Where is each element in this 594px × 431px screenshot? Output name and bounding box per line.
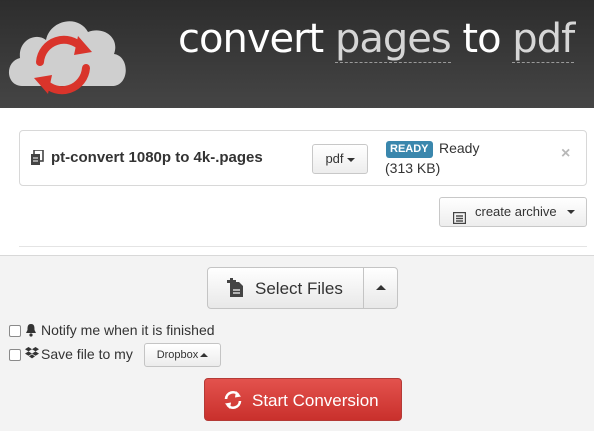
page-title: convert pages to pdf (178, 16, 575, 63)
caret-down-icon (346, 157, 355, 162)
start-conversion-label: Start Conversion (252, 391, 379, 410)
file-copy-icon (30, 149, 44, 171)
file-name: pt-convert 1080p to 4k-.pages (51, 149, 263, 166)
title-prefix: convert (178, 16, 335, 62)
caret-up-icon (375, 285, 386, 291)
bell-icon (25, 323, 37, 340)
source-format-link[interactable]: pages (334, 16, 452, 63)
dropbox-icon (25, 347, 39, 363)
notify-checkbox[interactable] (9, 325, 21, 337)
archive-icon (452, 206, 467, 234)
caret-down-icon (567, 210, 575, 214)
caret-up-icon (200, 353, 209, 358)
save-to-checkbox[interactable] (9, 349, 21, 361)
refresh-icon (223, 390, 243, 415)
storage-label: Dropbox (156, 349, 199, 361)
create-archive-label: create archive (475, 204, 557, 219)
select-files-button[interactable]: Select Files (207, 267, 364, 309)
file-plus-icon (227, 277, 245, 303)
header: convert pages to pdf (0, 0, 594, 108)
file-size: (313 KB) (385, 160, 441, 176)
title-mid: to (450, 16, 513, 62)
select-source-dropdown[interactable] (363, 267, 398, 309)
file-row: pt-convert 1080p to 4k-.pages pdf READY … (19, 130, 587, 186)
create-archive-button[interactable]: create archive (439, 197, 587, 227)
storage-dropdown[interactable]: Dropbox (144, 343, 221, 367)
save-to-option: Save file to my Dropbox (9, 343, 229, 370)
cloud-logo-icon (8, 21, 126, 95)
conversion-panel: Select Files Notify me when it is finish… (0, 255, 594, 431)
output-format-label: pdf (325, 151, 344, 166)
status-text: Ready (439, 140, 480, 156)
target-format-link[interactable]: pdf (512, 16, 575, 63)
start-conversion-button[interactable]: Start Conversion (204, 378, 402, 421)
save-to-label: Save file to my (41, 346, 133, 362)
notify-label: Notify me when it is finished (41, 322, 215, 338)
status-badge: READY (386, 141, 433, 158)
divider (19, 246, 587, 247)
remove-file-button[interactable]: × (561, 145, 570, 163)
cloud-convert-logo[interactable] (0, 0, 140, 108)
output-format-dropdown[interactable]: pdf (312, 144, 368, 174)
notify-option: Notify me when it is finished (9, 322, 249, 340)
select-files-label: Select Files (255, 279, 343, 298)
